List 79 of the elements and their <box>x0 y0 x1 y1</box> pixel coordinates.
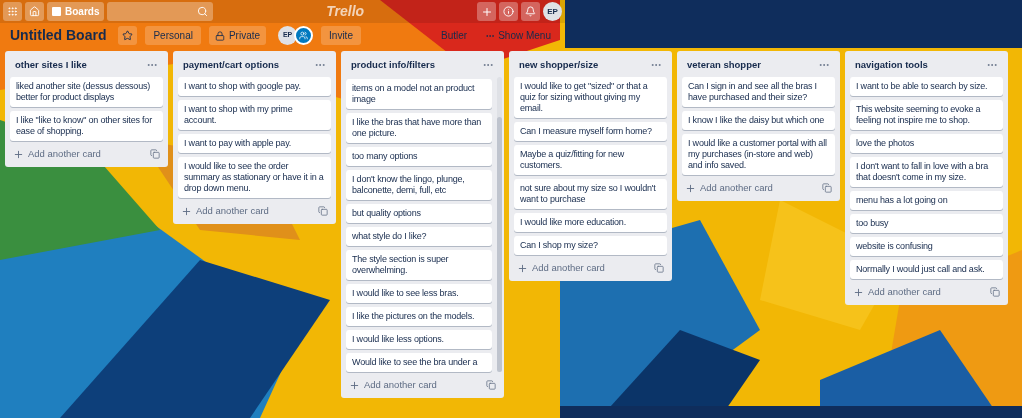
home-icon <box>29 6 40 17</box>
list-title[interactable]: navigation tools <box>855 58 928 73</box>
card[interactable]: I like "like to know" on other sites for ease of shopping. <box>10 111 163 142</box>
notifications-button[interactable] <box>521 2 540 21</box>
apps-button[interactable] <box>3 2 22 21</box>
star-icon <box>122 30 134 41</box>
card[interactable]: I don't know the lingo, plunge, balconette, demi, full, etc <box>346 170 492 201</box>
add-card-button[interactable]: Add another card <box>853 285 941 300</box>
card[interactable]: The style section is super overwhelming. <box>346 250 492 281</box>
card[interactable]: items on a model not an product image <box>346 79 492 110</box>
card[interactable]: Can I sign in and see all the bras I have purchased and their size? <box>682 77 835 108</box>
card[interactable]: Maybe a quiz/fitting for new customers. <box>514 145 667 176</box>
card[interactable]: I want to shop with google pay. <box>178 77 331 97</box>
scrollbar[interactable] <box>497 77 502 373</box>
plus-icon <box>853 286 864 298</box>
template-icon[interactable] <box>654 263 664 274</box>
template-icon[interactable] <box>822 183 832 194</box>
board-title[interactable]: Untitled Board <box>10 25 107 46</box>
card[interactable]: I want to shop with my prime account. <box>178 100 331 131</box>
template-icon[interactable] <box>990 287 1000 298</box>
add-card-button[interactable]: Add another card <box>685 181 773 196</box>
search-icon <box>197 6 209 17</box>
list-title[interactable]: product info/filters <box>351 58 435 73</box>
plus-icon <box>685 182 696 194</box>
create-button[interactable] <box>477 2 496 21</box>
card[interactable]: but quality options <box>346 204 492 224</box>
grid-icon <box>7 6 18 17</box>
card[interactable]: I want to pay with apple pay. <box>178 134 331 154</box>
board-icon <box>52 7 61 16</box>
add-card-button[interactable]: Add another card <box>517 261 605 276</box>
card[interactable]: I would like less options. <box>346 330 492 350</box>
privacy-button[interactable]: Private <box>208 26 267 45</box>
list-title[interactable]: veteran shopper <box>687 58 761 73</box>
search-field[interactable] <box>107 2 214 21</box>
card[interactable]: too many options <box>346 147 492 167</box>
template-icon[interactable] <box>486 380 496 391</box>
plus-icon <box>349 379 360 391</box>
add-card-button[interactable]: Add another card <box>181 204 269 219</box>
card[interactable]: not sure about my size so I wouldn't want to purchase <box>514 179 667 210</box>
team-button[interactable]: Personal <box>145 26 201 45</box>
card[interactable]: I would like more education. <box>514 213 667 233</box>
list-title[interactable]: other sites I like <box>15 58 87 73</box>
card[interactable]: what style do I like? <box>346 227 492 247</box>
card[interactable]: I like the pictures on the models. <box>346 307 492 327</box>
info-icon <box>503 6 514 17</box>
card[interactable]: love the photos <box>850 134 1003 154</box>
plus-icon <box>517 262 528 274</box>
card[interactable]: Would like to see the bra under a <box>346 353 492 373</box>
card[interactable]: I want to be able to search by size. <box>850 77 1003 97</box>
bell-icon <box>525 6 536 17</box>
invite-button[interactable]: Invite <box>321 26 361 45</box>
card[interactable]: Normally I would just call and ask. <box>850 260 1003 280</box>
card[interactable]: I would like to see the order summary as stationary or have it in a drop down menu. <box>178 157 331 199</box>
card[interactable]: This website seeming to evoke a feeling not inspire me to shop. <box>850 100 1003 131</box>
add-card-button[interactable]: Add another card <box>349 378 437 393</box>
list-title[interactable]: new shopper/size <box>519 58 599 73</box>
add-card-button[interactable]: Add another card <box>13 147 101 162</box>
card[interactable]: I don't want to fall in love with a bra that doesn't come in my size. <box>850 157 1003 188</box>
template-icon[interactable] <box>318 206 328 217</box>
card[interactable]: Can I shop my size? <box>514 236 667 256</box>
plus-icon <box>181 205 192 217</box>
plus-icon <box>480 5 493 18</box>
lock-icon <box>214 30 225 41</box>
card[interactable]: I would like a customer portal with all my purchases (in-store and web) and info saved. <box>682 134 835 176</box>
card[interactable]: I would like to get "sized" or that a quiz for sizing without giving my email. <box>514 77 667 119</box>
card[interactable]: too busy <box>850 214 1003 234</box>
info-button[interactable] <box>499 2 518 21</box>
card[interactable]: I would like to see less bras. <box>346 284 492 304</box>
star-button[interactable] <box>118 26 138 45</box>
card[interactable]: menu has a lot going on <box>850 191 1003 211</box>
plus-icon <box>13 148 24 160</box>
card[interactable]: website is confusing <box>850 237 1003 257</box>
list-title[interactable]: payment/cart options <box>183 58 280 73</box>
home-button[interactable] <box>25 2 44 21</box>
template-icon[interactable] <box>150 149 160 160</box>
card[interactable]: I like the bras that have more than one picture. <box>346 113 492 144</box>
card[interactable]: I know I like the daisy but which one <box>682 111 835 131</box>
card[interactable]: Can I measure myself form home? <box>514 122 667 142</box>
card[interactable]: liked another site (dessus dessous) better for product displays <box>10 77 163 108</box>
